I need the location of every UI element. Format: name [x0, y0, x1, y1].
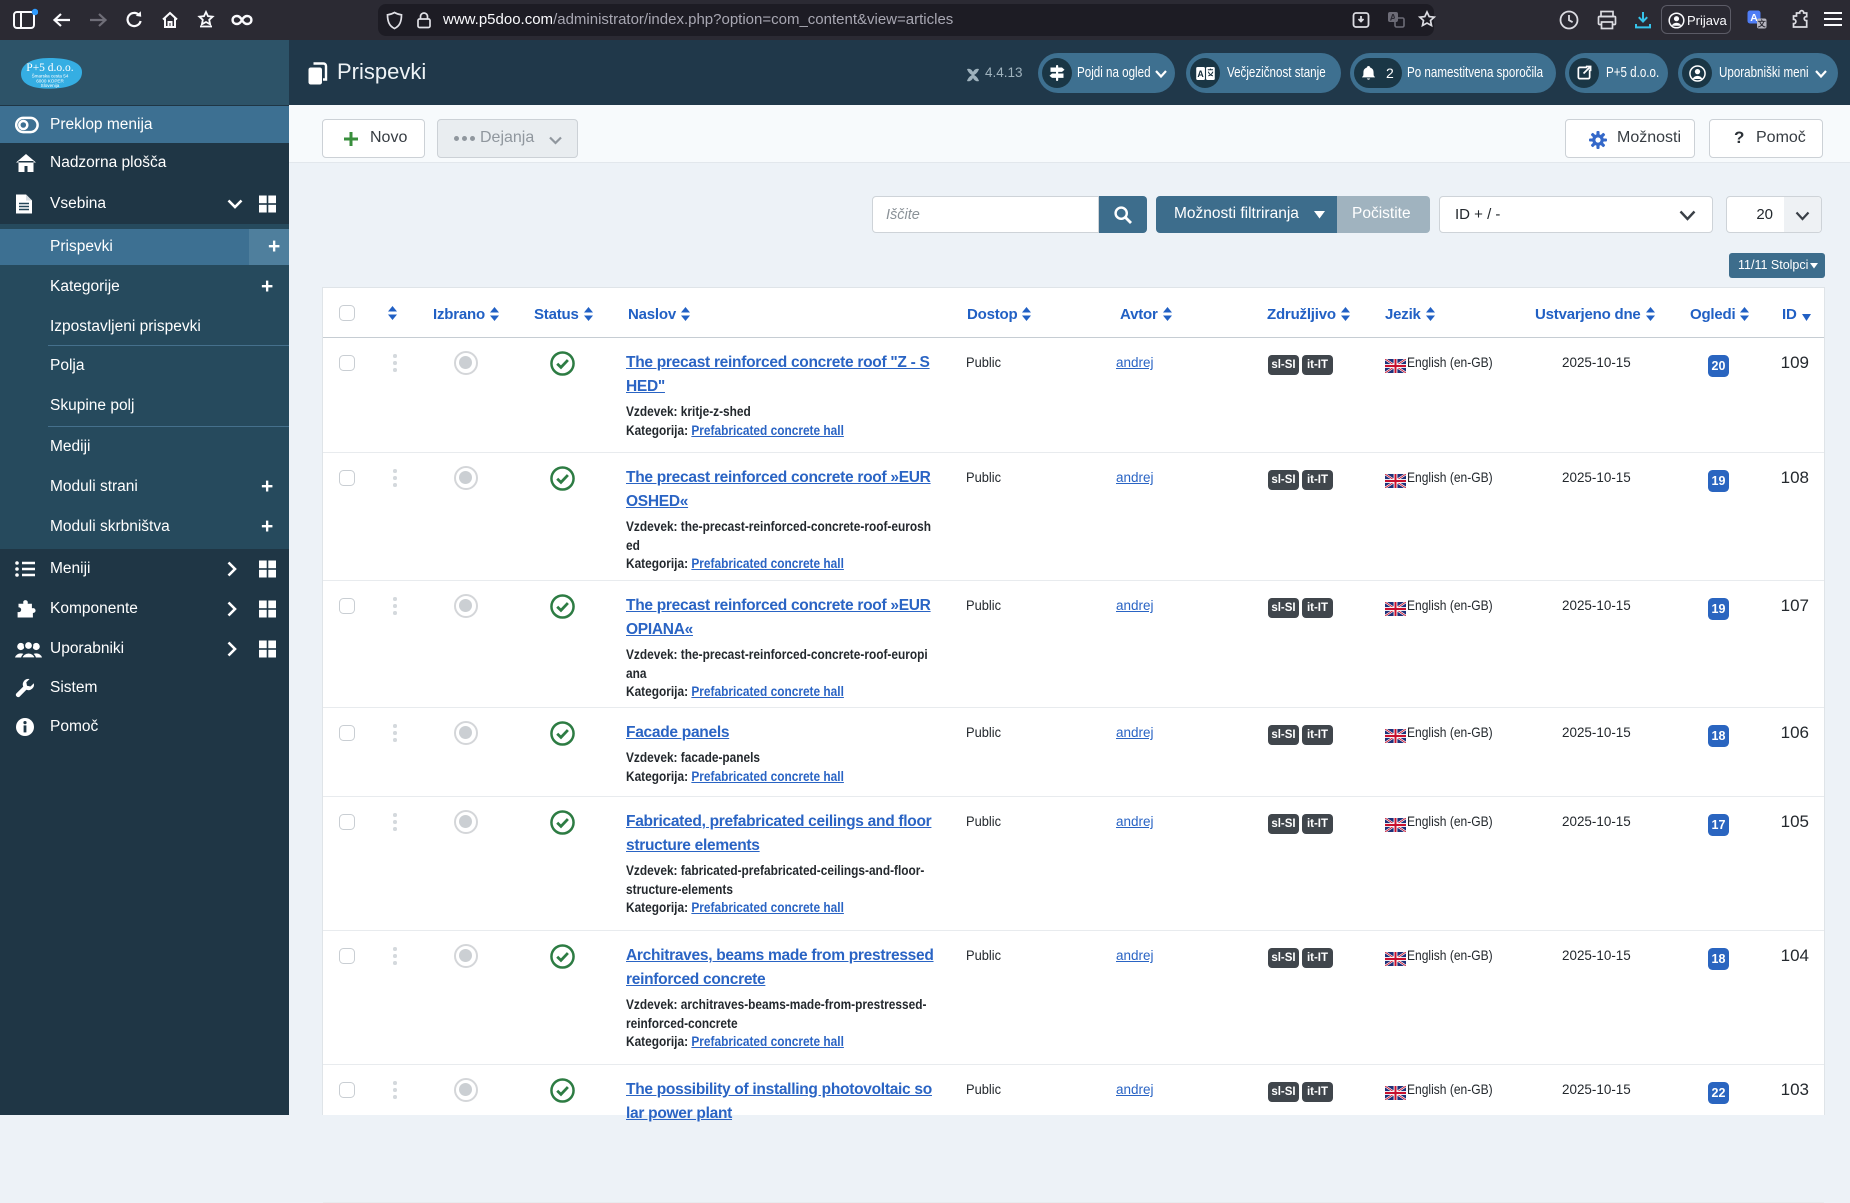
- svg-text:P+5 d.o.o.: P+5 d.o.o.: [26, 62, 74, 74]
- svg-text:Slovenija: Slovenija: [41, 83, 60, 88]
- svg-text:文: 文: [1758, 18, 1767, 28]
- svg-text:A: A: [1197, 69, 1204, 79]
